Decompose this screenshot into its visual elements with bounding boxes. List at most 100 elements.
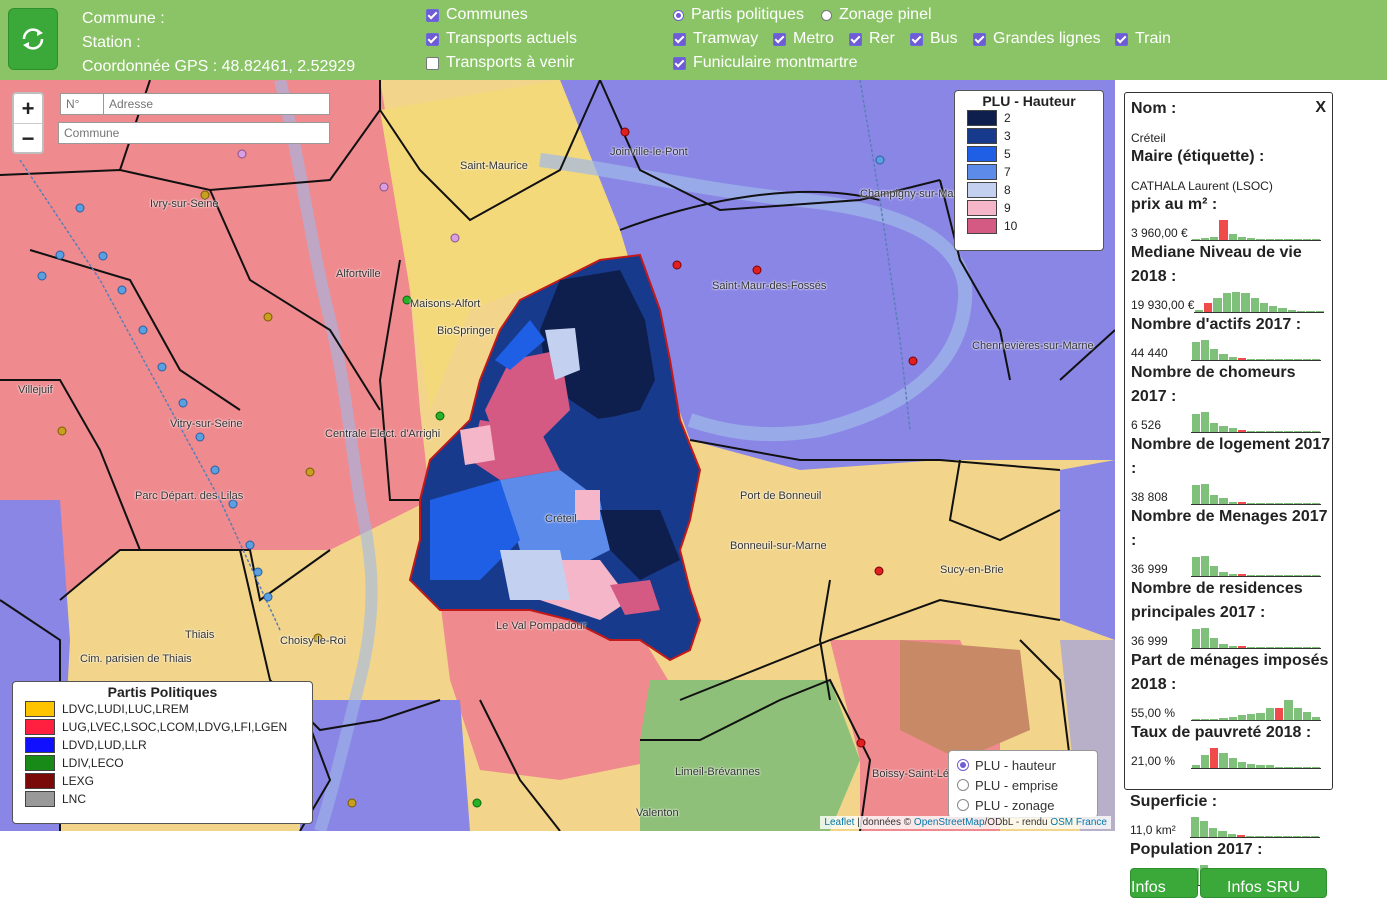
checkbox-funiculaire[interactable]: Funiculaire montmartre: [673, 54, 858, 72]
histogram-bar: [1259, 303, 1269, 312]
zoom-out-button[interactable]: −: [14, 123, 42, 153]
histogram-bar: [1284, 359, 1293, 360]
checkbox-icon[interactable]: [673, 32, 686, 46]
legend-title: PLU - Hauteur: [982, 93, 1076, 109]
histogram-bar: [1219, 753, 1228, 768]
histogram-bar: [1191, 239, 1200, 240]
stat-block: Nombre de residences principales 2017 : 3…: [1125, 577, 1332, 649]
histogram-bar: [1200, 412, 1210, 432]
histogram-bar: [1228, 717, 1237, 720]
checkbox-rer[interactable]: Rer: [849, 30, 895, 48]
legend-swatch: [967, 218, 997, 234]
stat-value: 11,0 km²: [1124, 814, 1333, 838]
stat-histogram: [1191, 410, 1321, 433]
legend-item: LUG,LVEC,LSOC,LCOM,LDVG,LFI,LGEN: [25, 718, 300, 736]
histogram-bar: [1200, 484, 1210, 504]
radio-zonage-pinel[interactable]: Zonage pinel: [821, 6, 932, 24]
histogram-bar: [1275, 503, 1284, 504]
histogram-bar: [1237, 502, 1247, 504]
plu-option-hauteur[interactable]: PLU - hauteur: [949, 755, 1097, 775]
histogram-bar: [1256, 431, 1265, 432]
checkbox-transports-actuels[interactable]: Transports actuels: [426, 30, 577, 48]
legend-item: 9: [967, 199, 1091, 217]
radio-icon[interactable]: [957, 759, 969, 771]
histogram-bar: [1284, 700, 1293, 720]
plu-layer-selector: PLU - hauteur PLU - emprise PLU - zonage: [948, 750, 1098, 818]
histogram-bar: [1302, 647, 1312, 648]
place-centrale: Centrale Elect. d'Arrighi: [325, 428, 441, 440]
histogram-bar: [1210, 566, 1219, 576]
map-view[interactable]: Ivry-sur-Seine Alfortville Maisons-Alfor…: [0, 80, 1115, 831]
histogram-bar: [1219, 220, 1228, 240]
histogram-bar: [1191, 765, 1200, 768]
histogram-bar: [1247, 714, 1256, 720]
legend-item: LNC: [25, 790, 300, 808]
checkbox-icon[interactable]: [673, 56, 686, 70]
histogram-bar: [1213, 298, 1222, 312]
osm-france-link[interactable]: OSM France: [1050, 817, 1107, 828]
refresh-icon: [22, 28, 44, 50]
checkbox-icon[interactable]: [426, 56, 439, 70]
nom-value: Créteil: [1131, 131, 1166, 145]
stat-histogram: [1191, 626, 1321, 649]
checkbox-metro[interactable]: Metro: [773, 30, 834, 48]
checkbox-icon[interactable]: [849, 32, 862, 46]
radio-icon[interactable]: [673, 9, 684, 21]
checkbox-train[interactable]: Train: [1115, 30, 1171, 48]
histogram-bar: [1237, 358, 1247, 360]
legend-swatch: [25, 791, 55, 807]
stat-value: 6 526: [1125, 409, 1332, 433]
checkbox-bus[interactable]: Bus: [910, 30, 958, 48]
stat-label: Nombre de Menages 2017 :: [1131, 508, 1328, 549]
histogram-bar: [1200, 556, 1210, 576]
legend-item: 3: [967, 127, 1091, 145]
stat-value: 21,00 %: [1125, 745, 1332, 769]
stat-value: 36 999: [1125, 625, 1332, 649]
legend-swatch: [25, 737, 55, 753]
address-input[interactable]: [103, 93, 330, 115]
checkbox-icon[interactable]: [1115, 32, 1128, 46]
place-limeil: Limeil-Brévannes: [675, 766, 760, 778]
histogram-bar: [1256, 503, 1265, 504]
zoom-in-button[interactable]: +: [14, 94, 42, 123]
histogram-bar: [1247, 359, 1256, 360]
plu-option-zonage[interactable]: PLU - zonage: [949, 795, 1097, 815]
legend-item: 7: [967, 163, 1091, 181]
histogram-bar: [1275, 767, 1284, 768]
checkbox-tramway[interactable]: Tramway: [673, 30, 758, 48]
commune-input[interactable]: [58, 122, 330, 144]
legend-item: LDIV,LECO: [25, 754, 300, 772]
place-thiais: Thiais: [185, 629, 215, 641]
checkbox-icon[interactable]: [426, 32, 439, 46]
checkbox-icon[interactable]: [426, 8, 439, 22]
radio-icon[interactable]: [821, 9, 832, 21]
histogram-bar: [1256, 713, 1265, 720]
place-val-pompadour: Le Val Pompadour: [496, 620, 587, 632]
histogram-bar: [1219, 426, 1228, 432]
radio-partis-politiques[interactable]: Partis politiques: [673, 6, 804, 24]
checkbox-communes[interactable]: Communes: [426, 6, 528, 24]
checkbox-icon[interactable]: [973, 32, 986, 46]
stat-histogram: [1191, 554, 1321, 577]
checkbox-grandes-lignes[interactable]: Grandes lignes: [973, 30, 1101, 48]
checkbox-transports-a-venir[interactable]: Transports à venir: [426, 54, 574, 72]
histogram-bar: [1219, 572, 1228, 576]
histogram-bar: [1293, 575, 1302, 576]
osm-link[interactable]: OpenStreetMap: [914, 817, 985, 828]
stat-value: 44 440: [1125, 337, 1332, 361]
checkbox-icon[interactable]: [773, 32, 786, 46]
close-panel-button[interactable]: X: [1315, 99, 1326, 117]
radio-icon[interactable]: [957, 779, 969, 791]
stat-block: prix au m² : 3 960,00 €: [1125, 193, 1332, 241]
histogram-bar: [1219, 354, 1228, 360]
radio-icon[interactable]: [957, 799, 969, 811]
plu-option-emprise[interactable]: PLU - emprise: [949, 775, 1097, 795]
checkbox-icon[interactable]: [910, 32, 923, 46]
leaflet-link[interactable]: Leaflet: [824, 817, 854, 828]
legend-swatch: [967, 146, 997, 162]
legend-item: 5: [967, 145, 1091, 163]
refresh-button[interactable]: [8, 8, 58, 70]
stat-histogram: [1191, 746, 1321, 769]
legend-title: Partis Politiques: [107, 684, 218, 700]
street-number-input[interactable]: [60, 93, 104, 115]
